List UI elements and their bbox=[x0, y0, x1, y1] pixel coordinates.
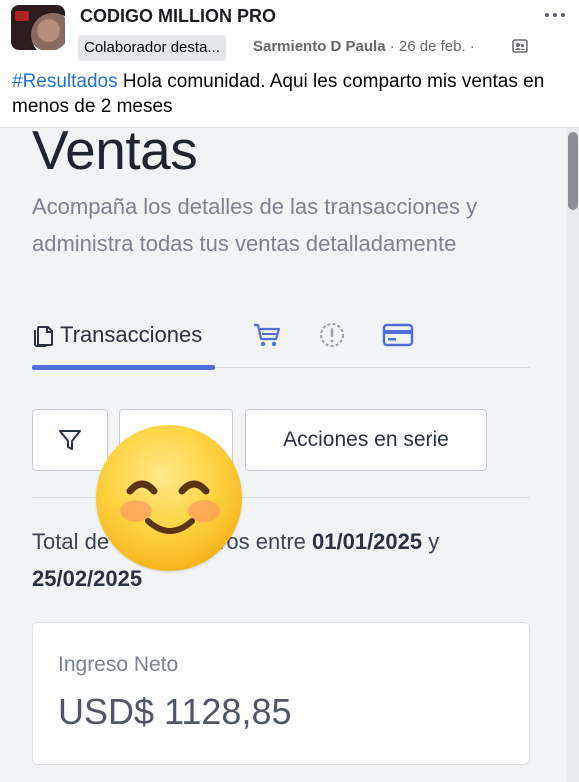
copy-icon bbox=[34, 326, 53, 347]
bulk-actions-button[interactable]: Acciones en serie bbox=[245, 409, 487, 471]
scrollbar-track[interactable] bbox=[566, 128, 579, 782]
net-income-value: USD$ 1128,85 bbox=[58, 691, 292, 732]
net-income-label: Ingreso Neto bbox=[58, 653, 179, 676]
tab-payments[interactable] bbox=[382, 313, 416, 357]
page-title: Ventas bbox=[32, 119, 198, 181]
net-income-card: Ingreso Neto USD$ 1128,85 bbox=[32, 622, 530, 765]
page-description: Acompaña los detalles de las transaccion… bbox=[32, 194, 478, 256]
author-name[interactable]: Sarmiento D Paula bbox=[253, 38, 386, 55]
summary-date-from: 01/01/2025 bbox=[312, 529, 423, 554]
tab-cart[interactable] bbox=[252, 313, 286, 357]
more-dots-icon[interactable] bbox=[543, 8, 567, 22]
scrollbar-thumb[interactable] bbox=[568, 132, 578, 210]
filter-icon bbox=[59, 430, 81, 450]
credit-card-icon bbox=[382, 323, 414, 347]
group-privacy-icon bbox=[512, 39, 528, 53]
smiling-face-emoji bbox=[96, 425, 242, 571]
meta-separator-2: · bbox=[469, 38, 475, 55]
group-avatar[interactable] bbox=[11, 5, 65, 50]
tab-transacciones[interactable]: Transacciones bbox=[32, 313, 222, 357]
post-header: CODIGO MILLION PRO Colaborador desta... … bbox=[0, 0, 579, 128]
post-date[interactable]: 26 de feb. bbox=[399, 38, 466, 55]
summary-conjunction: y bbox=[428, 529, 440, 554]
hashtag-link[interactable]: #Resultados bbox=[12, 71, 118, 92]
tab-alerts[interactable] bbox=[318, 313, 348, 357]
avatar-logo-mark bbox=[15, 11, 29, 21]
cart-icon bbox=[254, 323, 281, 347]
alert-circle-icon bbox=[320, 323, 344, 347]
tab-active-indicator bbox=[32, 365, 215, 370]
meta-separator: · bbox=[389, 38, 395, 55]
tab-bar: Transacciones bbox=[32, 313, 530, 373]
tab-transacciones-label: Transacciones bbox=[60, 322, 203, 347]
role-badge: Colaborador desta... bbox=[78, 35, 226, 61]
post-meta: Sarmiento D Paula · 26 de feb. · bbox=[253, 38, 475, 55]
author-avatar bbox=[31, 13, 65, 50]
post-text: #Resultados Hola comunidad. Aqui les com… bbox=[12, 69, 567, 119]
group-name[interactable]: CODIGO MILLION PRO bbox=[80, 6, 276, 27]
